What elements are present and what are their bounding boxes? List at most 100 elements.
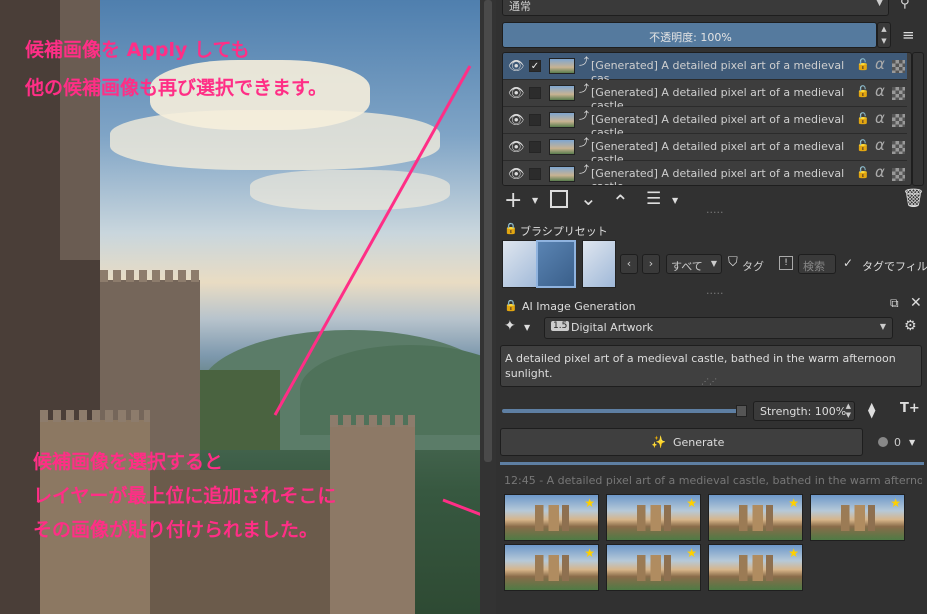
lock-icon[interactable]: 🔓 bbox=[856, 112, 870, 125]
generate-label: Generate bbox=[673, 436, 725, 449]
star-icon[interactable]: ★ bbox=[890, 496, 901, 510]
layers-scrollbar[interactable] bbox=[912, 52, 924, 186]
inherit-alpha-icon[interactable] bbox=[892, 114, 905, 127]
strength-label: Strength: 100% bbox=[760, 405, 847, 418]
blend-mode-select[interactable]: 通常 ▼ bbox=[502, 0, 889, 16]
layer-checkbox[interactable] bbox=[529, 168, 541, 180]
chevron-down-icon: ▼ bbox=[879, 322, 886, 331]
filter-by-tag-label: タグでフィルタ bbox=[862, 260, 927, 273]
close-icon[interactable]: ✕ bbox=[910, 295, 922, 311]
canvas-view[interactable]: 候補画像を Apply しても 他の候補画像も再び選択できます。 候補画像を選択… bbox=[0, 0, 480, 614]
strength-slider-handle[interactable] bbox=[736, 405, 747, 417]
prev-button[interactable]: ‹ bbox=[620, 254, 638, 274]
scrollbar-thumb[interactable] bbox=[484, 0, 492, 462]
move-down-icon[interactable]: ⌄ bbox=[580, 186, 597, 210]
eye-icon[interactable]: 👁 bbox=[508, 86, 525, 101]
castle-image bbox=[841, 505, 875, 531]
star-icon[interactable]: ★ bbox=[584, 496, 595, 510]
chevron-down-icon[interactable]: ▼ bbox=[909, 438, 915, 447]
star-icon[interactable]: ★ bbox=[686, 546, 697, 560]
layer-row[interactable]: 👁 ⤴ [Generated] A detailed pixel art of a … bbox=[503, 107, 907, 139]
history-thumbnail[interactable]: ★ bbox=[504, 494, 599, 541]
add-layer-icon[interactable]: + bbox=[504, 188, 522, 213]
generate-button[interactable]: ✨ Generate bbox=[500, 428, 863, 456]
inherit-alpha-icon[interactable] bbox=[892, 60, 905, 73]
opacity-spin[interactable]: ▲ ▼ bbox=[877, 22, 891, 48]
layers-list[interactable]: 👁 ✓ ⤴ [Generated] A detailed pixel art of a… bbox=[502, 52, 912, 186]
layer-row[interactable]: 👁 ✓ ⤴ [Generated] A detailed pixel art of a… bbox=[503, 53, 907, 85]
eye-icon[interactable]: 👁 bbox=[508, 167, 525, 182]
star-icon[interactable]: ★ bbox=[788, 496, 799, 510]
splitter-grip[interactable]: ····· bbox=[706, 206, 723, 219]
lock-icon[interactable]: 🔒 bbox=[504, 222, 518, 235]
castle-image bbox=[637, 505, 671, 531]
history-thumbnail[interactable]: ★ bbox=[606, 494, 701, 541]
star-icon[interactable]: ★ bbox=[788, 546, 799, 560]
layer-checkbox[interactable]: ✓ bbox=[529, 60, 541, 72]
inherit-alpha-icon[interactable] bbox=[892, 168, 905, 181]
arrow-line bbox=[442, 498, 480, 516]
opacity-slider[interactable]: 不透明度: 100% bbox=[502, 22, 877, 48]
layers-add-icon[interactable]: ⧫ bbox=[868, 401, 875, 419]
layer-checkbox[interactable] bbox=[529, 87, 541, 99]
move-up-icon[interactable]: ⌃ bbox=[612, 190, 629, 214]
history-thumbnail[interactable]: ★ bbox=[606, 544, 701, 591]
lock-icon[interactable]: 🔓 bbox=[856, 166, 870, 179]
eye-icon[interactable]: 👁 bbox=[508, 113, 525, 128]
preset-search-input[interactable]: 検索 bbox=[798, 254, 836, 274]
lock-icon[interactable]: 🔓 bbox=[856, 58, 870, 71]
history-thumbnail[interactable]: ★ bbox=[708, 494, 803, 541]
next-button[interactable]: › bbox=[642, 254, 660, 274]
inherit-alpha-icon[interactable] bbox=[892, 141, 905, 154]
star-icon[interactable]: ★ bbox=[686, 496, 697, 510]
splitter-grip[interactable]: ····· bbox=[706, 287, 723, 300]
strength-slider[interactable] bbox=[502, 409, 742, 413]
chevron-down-icon[interactable]: ▼ bbox=[672, 196, 678, 205]
canvas-scrollbar[interactable] bbox=[480, 0, 496, 614]
star-icon[interactable]: ★ bbox=[584, 546, 595, 560]
alpha-lock-icon[interactable]: α bbox=[875, 163, 885, 181]
menu-icon[interactable]: ≡ bbox=[902, 26, 915, 44]
model-version-badge: 1.5 bbox=[551, 321, 570, 331]
checkbox-checked-icon[interactable]: ✓ bbox=[843, 256, 853, 270]
layer-row[interactable]: 👁 ⤴ [Generated] A detailed pixel art of a … bbox=[503, 80, 907, 112]
eye-icon[interactable]: 👁 bbox=[508, 59, 525, 74]
queue-status-icon[interactable] bbox=[878, 437, 888, 447]
model-select[interactable]: 1.5 Digital Artwork ▼ bbox=[544, 317, 893, 339]
chevron-down-icon[interactable]: ▼ bbox=[524, 323, 530, 332]
chevron-down-icon[interactable]: ▼ bbox=[532, 196, 538, 205]
filter-icon[interactable]: ⚲ bbox=[900, 0, 910, 11]
workspace-wand-icon[interactable]: ✦ bbox=[504, 318, 516, 334]
lock-icon[interactable]: 🔓 bbox=[856, 139, 870, 152]
history-thumbnail[interactable]: ★ bbox=[810, 494, 905, 541]
layer-checkbox[interactable] bbox=[529, 114, 541, 126]
alpha-lock-icon[interactable]: α bbox=[875, 82, 885, 100]
lock-icon[interactable]: 🔓 bbox=[856, 85, 870, 98]
trash-icon[interactable]: 🗑 bbox=[902, 188, 925, 209]
duplicate-layer-icon[interactable] bbox=[550, 190, 568, 208]
brush-preset[interactable] bbox=[582, 240, 616, 288]
tag-button-label[interactable]: タグ bbox=[742, 258, 764, 274]
history-thumbnail[interactable]: ★ bbox=[504, 544, 599, 591]
info-icon[interactable]: ! bbox=[779, 256, 793, 270]
alpha-lock-icon[interactable]: α bbox=[875, 55, 885, 73]
alpha-lock-icon[interactable]: α bbox=[875, 136, 885, 154]
layer-properties-icon[interactable]: ☰ bbox=[646, 189, 661, 209]
bookmark-icon[interactable]: ⛉ bbox=[728, 255, 738, 270]
alpha-lock-icon[interactable]: α bbox=[875, 109, 885, 127]
layer-row[interactable]: 👁 ⤴ [Generated] A detailed pixel art of a … bbox=[503, 161, 907, 185]
resize-grip[interactable]: ⋰⋰ bbox=[701, 377, 717, 386]
strength-spin[interactable]: Strength: 100% ▲ ▼ bbox=[753, 401, 855, 421]
text-add-icon[interactable]: T+ bbox=[900, 401, 920, 416]
tag-filter-select[interactable]: すべて ▼ bbox=[666, 254, 722, 274]
arrow-line bbox=[273, 65, 472, 416]
inherit-alpha-icon[interactable] bbox=[892, 87, 905, 100]
brush-preset-selected[interactable] bbox=[536, 240, 576, 288]
float-panel-icon[interactable]: ⧉ bbox=[890, 296, 899, 311]
lock-icon[interactable]: 🔒 bbox=[504, 299, 518, 312]
eye-icon[interactable]: 👁 bbox=[508, 140, 525, 155]
settings-icon[interactable]: ⚙ bbox=[904, 318, 917, 334]
layer-row[interactable]: 👁 ⤴ [Generated] A detailed pixel art of a … bbox=[503, 134, 907, 166]
layer-checkbox[interactable] bbox=[529, 141, 541, 153]
history-thumbnail[interactable]: ★ bbox=[708, 544, 803, 591]
